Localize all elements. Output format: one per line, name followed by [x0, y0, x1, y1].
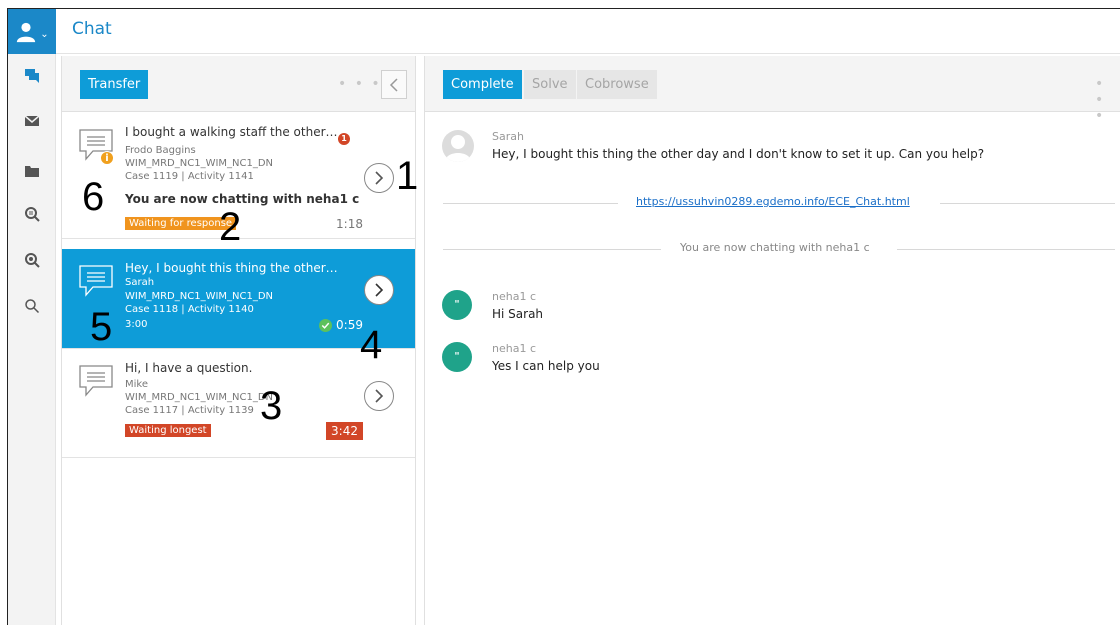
divider-line [443, 203, 618, 204]
card-timer: 1:18 [336, 217, 363, 231]
chevron-right-icon [375, 389, 384, 403]
nav-item-search[interactable] [8, 287, 56, 325]
card-customer-name: Sarah [125, 277, 155, 288]
nav-item-search-case[interactable] [8, 241, 56, 279]
unread-badge: 1 [338, 133, 350, 145]
card-timer: 3:42 [326, 422, 363, 440]
card-queue-name: WIM_MRD_NC1_WIM_NC1_DN [125, 158, 274, 169]
divider-line [897, 249, 1115, 250]
message-text: Yes I can help you [492, 359, 600, 373]
agent-avatar: " [442, 342, 472, 372]
open-chat-button[interactable] [364, 381, 394, 411]
complete-button[interactable]: Complete [443, 70, 522, 99]
card-case-activity: Case 1119 | Activity 1141 [125, 171, 254, 182]
system-notice: You are now chatting with neha1 c [680, 241, 870, 254]
callout-2: 2 [219, 205, 242, 249]
chevron-left-icon [389, 77, 398, 92]
nav-rail [8, 54, 56, 625]
divider-line [940, 203, 1115, 204]
search-icon [25, 299, 40, 314]
avatar [442, 130, 474, 162]
more-options-icon[interactable]: • • • [1095, 76, 1120, 124]
email-icon [24, 115, 40, 126]
system-notice-divider: You are now chatting with neha1 c [443, 239, 1115, 259]
more-options-icon[interactable]: • • • [338, 76, 382, 92]
user-silhouette-icon [445, 135, 471, 162]
conversation-panel: Complete Solve Cobrowse • • • Sarah Hey,… [424, 56, 1120, 625]
open-chat-button[interactable] [364, 163, 394, 193]
message-text: Hey, I bought this thing the other day a… [492, 147, 985, 161]
callout-1: 1 [396, 154, 419, 198]
card-customer-name: Frodo Baggins [125, 145, 196, 156]
chat-icon [25, 69, 39, 83]
nav-item-email[interactable] [8, 102, 56, 140]
callout-6: 6 [82, 175, 105, 219]
message-author: neha1 c [492, 342, 536, 355]
transfer-button[interactable]: Transfer [80, 70, 149, 99]
card-elapsed: 3:00 [125, 319, 148, 330]
chat-url-link[interactable]: https://ussuhvin0289.egdemo.info/ECE_Cha… [636, 195, 910, 208]
page-title: Chat [72, 19, 112, 39]
info-icon: i [100, 151, 114, 165]
nav-item-folder[interactable] [8, 152, 56, 190]
card-summary: Hi, I have a question. [125, 361, 253, 375]
status-badge: Waiting longest [125, 424, 211, 437]
nav-item-chat[interactable] [8, 56, 56, 94]
nav-item-search-activity[interactable] [8, 195, 56, 233]
callout-3: 3 [260, 384, 283, 428]
message-author: neha1 c [492, 290, 536, 303]
open-chat-button[interactable] [364, 275, 394, 305]
divider-line [443, 249, 661, 250]
app-header: ⌄ Chat [8, 9, 1120, 54]
card-last-message: You are now chatting with neha1 c [125, 192, 360, 206]
cobrowse-button[interactable]: Cobrowse [577, 70, 657, 99]
search-activity-icon [25, 207, 40, 222]
card-case-activity: Case 1117 | Activity 1139 [125, 405, 254, 416]
folder-icon [25, 166, 39, 177]
message-author: Sarah [492, 130, 524, 143]
card-queue-name: WIM_MRD_NC1_WIM_NC1_DN [125, 291, 274, 302]
search-case-icon [25, 253, 40, 268]
chevron-right-icon [375, 283, 384, 297]
solve-button[interactable]: Solve [524, 70, 576, 99]
callout-4: 4 [360, 323, 383, 367]
chevron-right-icon [375, 171, 384, 185]
card-queue-name: WIM_MRD_NC1_WIM_NC1_DN [125, 392, 274, 403]
card-case-activity: Case 1118 | Activity 1140 [125, 304, 254, 315]
card-customer-name: Mike [125, 379, 148, 390]
callout-5: 5 [90, 305, 113, 349]
collapse-panel-button[interactable] [381, 70, 407, 99]
card-summary: I bought a walking staff the other d... [125, 125, 340, 139]
conversation-toolbar: Complete Solve Cobrowse • • • [425, 56, 1120, 124]
message-text: Hi Sarah [492, 307, 544, 321]
card-timer: 0:59 [319, 318, 363, 332]
agent-avatar: " [442, 290, 472, 320]
card-timer-value: 0:59 [336, 318, 363, 332]
card-summary: Hey, I bought this thing the other day a… [125, 261, 340, 275]
queue-toolbar: Transfer • • • [62, 56, 415, 112]
chevron-down-icon: ⌄ [40, 29, 49, 40]
chat-bubble-icon [79, 365, 113, 397]
check-circle-icon [319, 318, 333, 332]
user-menu-button[interactable]: ⌄ [8, 9, 56, 54]
link-divider: https://ussuhvin0289.egdemo.info/ECE_Cha… [443, 193, 1115, 213]
chat-bubble-icon [79, 265, 113, 297]
user-icon [17, 22, 36, 42]
